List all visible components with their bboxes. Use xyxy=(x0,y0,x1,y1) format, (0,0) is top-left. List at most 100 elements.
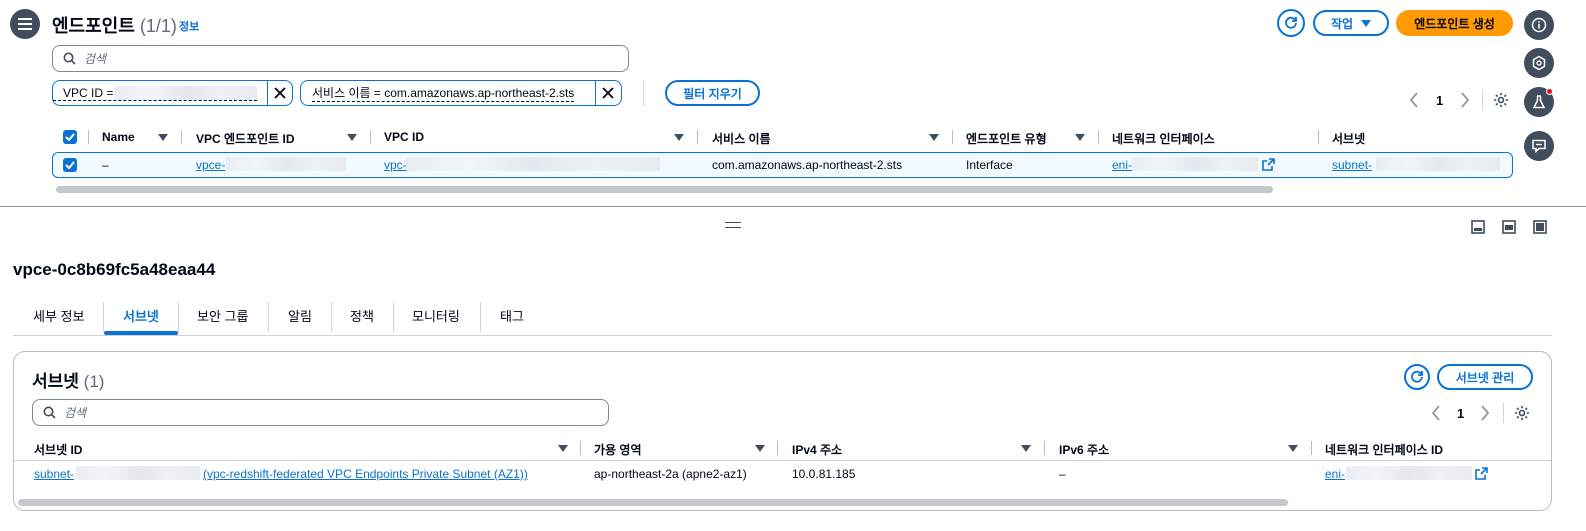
feedback-icon xyxy=(1532,139,1546,154)
panel-side-icon[interactable] xyxy=(1502,220,1516,234)
subnets-search-input[interactable]: 검색 xyxy=(32,399,609,426)
labs-button[interactable] xyxy=(1524,87,1554,117)
create-endpoint-button[interactable]: 엔드포인트 생성 xyxy=(1396,10,1513,36)
column-header-service-name[interactable]: 서비스 이름 xyxy=(712,130,771,147)
select-all-checkbox[interactable] xyxy=(63,130,77,144)
cell-ipv4: 10.0.81.185 xyxy=(792,467,856,481)
redacted-value xyxy=(406,157,660,171)
filter-token-vpc: VPC ID = xyxy=(52,80,293,106)
tab-security-groups[interactable]: 보안 그룹 xyxy=(197,306,248,325)
notification-dot-icon xyxy=(1546,88,1553,95)
sort-icon[interactable] xyxy=(1288,445,1298,452)
sort-icon[interactable] xyxy=(347,134,357,141)
tab-monitoring[interactable]: 모니터링 xyxy=(412,306,460,325)
cell-ipv6: – xyxy=(1059,467,1066,481)
sort-icon[interactable] xyxy=(1075,134,1085,141)
eni-link[interactable]: eni- xyxy=(1112,158,1132,172)
vpc-id-link[interactable]: vpc- xyxy=(384,158,407,172)
redacted-value xyxy=(1346,466,1472,480)
tab-policy[interactable]: 정책 xyxy=(350,306,374,325)
remove-filter-button[interactable] xyxy=(270,84,290,102)
page-number[interactable]: 1 xyxy=(1436,93,1443,108)
subnet-name-link[interactable]: (vpc-redshift-federated VPC Endpoints Pr… xyxy=(203,467,528,481)
panel-bottom-icon[interactable] xyxy=(1471,220,1485,234)
column-header-endpoint-type[interactable]: 엔드포인트 유형 xyxy=(966,130,1047,147)
tab-notifications[interactable]: 알림 xyxy=(288,306,312,325)
sort-icon[interactable] xyxy=(558,445,568,452)
column-header-eni-id[interactable]: 네트워크 인터페이스 ID xyxy=(1325,441,1443,458)
close-icon xyxy=(602,87,614,99)
subnets-prev-page-button[interactable] xyxy=(1431,405,1441,424)
subnets-refresh-button[interactable] xyxy=(1404,364,1430,390)
chevron-right-icon xyxy=(1461,92,1470,108)
redacted-value xyxy=(226,157,346,171)
refresh-button[interactable] xyxy=(1277,9,1305,37)
column-header-network-interfaces[interactable]: 네트워크 인터페이스 xyxy=(1112,130,1215,147)
sort-icon[interactable] xyxy=(674,134,684,141)
cell-az: ap-northeast-2a (apne2-az1) xyxy=(594,467,747,481)
column-header-subnet-id[interactable]: 서브넷 ID xyxy=(34,441,82,458)
column-header-vpc-id[interactable]: VPC ID xyxy=(384,130,424,144)
clear-filters-button[interactable]: 필터 지우기 xyxy=(665,80,760,106)
gear-icon xyxy=(1494,93,1508,107)
subnets-settings-button[interactable] xyxy=(1514,405,1530,424)
horizontal-scrollbar[interactable] xyxy=(18,499,1288,506)
cell-name: – xyxy=(102,158,109,172)
subnets-container xyxy=(13,351,1552,511)
column-header-name[interactable]: Name xyxy=(102,130,135,144)
subnets-page-number[interactable]: 1 xyxy=(1457,406,1464,421)
filter-token-label: VPC ID = xyxy=(53,85,258,101)
tab-subnets[interactable]: 서브넷 xyxy=(123,306,159,325)
panel-full-icon[interactable] xyxy=(1533,220,1547,234)
redacted-value xyxy=(115,85,258,100)
sort-icon[interactable] xyxy=(929,134,939,141)
hexagon-icon xyxy=(1532,55,1546,71)
subnets-next-page-button[interactable] xyxy=(1480,405,1490,424)
actions-dropdown[interactable]: 작업 xyxy=(1313,10,1389,36)
next-page-button[interactable] xyxy=(1460,92,1470,111)
table-settings-button[interactable] xyxy=(1493,92,1509,111)
detail-title: vpce-0c8b69fc5a48eaa44 xyxy=(13,260,216,279)
sort-icon[interactable] xyxy=(755,445,765,452)
column-header-ipv6[interactable]: IPv6 주소 xyxy=(1059,441,1109,458)
horizontal-scrollbar[interactable] xyxy=(56,186,1273,193)
subnet-link[interactable]: subnet- xyxy=(1332,158,1372,172)
split-panel-divider xyxy=(0,206,1586,207)
caret-down-icon xyxy=(1361,19,1372,27)
split-panel-resize-handle[interactable] xyxy=(725,222,741,228)
feedback-button[interactable] xyxy=(1524,131,1554,161)
row-checkbox[interactable] xyxy=(63,158,77,172)
column-header-ipv4[interactable]: IPv4 주소 xyxy=(792,441,842,458)
external-link-icon[interactable] xyxy=(1262,158,1275,171)
search-placeholder: 검색 xyxy=(84,52,107,66)
column-header-az[interactable]: 가용 영역 xyxy=(594,441,642,458)
column-header-subnets[interactable]: 서브넷 xyxy=(1332,130,1365,147)
gear-icon xyxy=(1515,406,1529,420)
endpoint-id-link[interactable]: vpce- xyxy=(196,158,225,172)
refresh-icon xyxy=(1285,16,1297,29)
info-panel-button[interactable] xyxy=(1524,10,1554,40)
eni-id-link[interactable]: eni- xyxy=(1325,467,1345,481)
sort-icon[interactable] xyxy=(1021,445,1031,452)
column-header-endpoint-id[interactable]: VPC 엔드포인트 ID xyxy=(196,130,295,147)
chevron-left-icon xyxy=(1409,92,1418,108)
filter-token-label: 서비스 이름 = com.amazonaws.ap-northeast-2.st… xyxy=(312,86,575,102)
external-link-icon[interactable] xyxy=(1475,467,1488,480)
manage-subnets-button[interactable]: 서브넷 관리 xyxy=(1437,364,1533,390)
tab-details[interactable]: 세부 정보 xyxy=(33,306,84,325)
search-icon xyxy=(63,52,76,65)
prev-page-button[interactable] xyxy=(1409,92,1419,111)
sort-icon[interactable] xyxy=(158,134,168,141)
tab-tags[interactable]: 태그 xyxy=(500,306,524,325)
resources-button[interactable] xyxy=(1524,48,1554,78)
menu-button[interactable] xyxy=(10,9,40,39)
search-input[interactable]: 검색 xyxy=(52,45,629,72)
remove-filter-button[interactable] xyxy=(598,84,618,102)
subnet-id-link[interactable]: subnet- xyxy=(34,467,74,481)
search-placeholder: 검색 xyxy=(64,406,87,420)
menu-icon xyxy=(18,18,32,30)
redacted-value xyxy=(1132,157,1258,171)
close-icon xyxy=(274,87,286,99)
refresh-icon xyxy=(1411,370,1423,383)
info-link[interactable]: 정보 xyxy=(179,18,199,34)
